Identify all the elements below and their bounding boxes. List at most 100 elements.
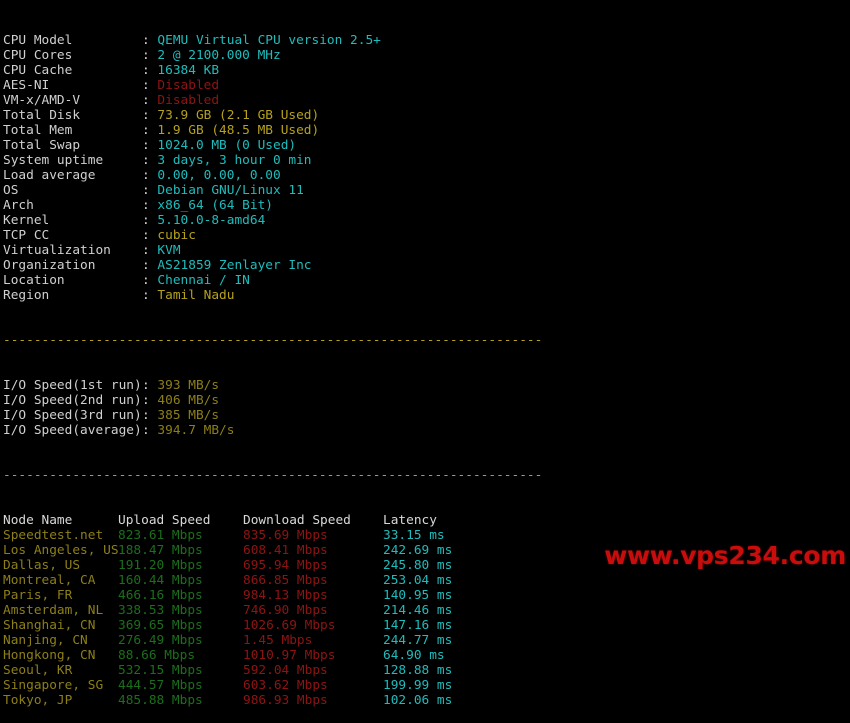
speedtest-header-row: Node NameUpload SpeedDownload SpeedLaten… <box>3 513 850 528</box>
speedtest-download-speed: 695.94 Mbps <box>243 558 383 573</box>
speedtest-node-name: Seoul, KR <box>3 663 118 678</box>
speedtest-latency: 128.88 ms <box>383 663 452 678</box>
speedtest-row: Amsterdam, NL338.53 Mbps746.90 Mbps214.4… <box>3 603 850 618</box>
sysinfo-row: AES-NI: Disabled <box>3 78 850 93</box>
sysinfo-row: OS: Debian GNU/Linux 11 <box>3 183 850 198</box>
sysinfo-row: TCP CC: cubic <box>3 228 850 243</box>
sysinfo-label: Location <box>3 273 142 288</box>
io-speed-colon: : <box>142 423 157 438</box>
sysinfo-colon: : <box>142 183 157 198</box>
speedtest-upload-speed: 823.61 Mbps <box>118 528 243 543</box>
sysinfo-label: CPU Model <box>3 33 142 48</box>
sysinfo-row: Organization: AS21859 Zenlayer Inc <box>3 258 850 273</box>
sysinfo-label: Total Mem <box>3 123 142 138</box>
sysinfo-label: Arch <box>3 198 142 213</box>
sysinfo-colon: : <box>142 108 157 123</box>
system-info-block: CPU Model: QEMU Virtual CPU version 2.5+… <box>3 33 850 303</box>
sysinfo-colon: : <box>142 63 157 78</box>
sysinfo-value: QEMU Virtual CPU version 2.5+ <box>157 33 380 48</box>
speedtest-row: Shanghai, CN369.65 Mbps1026.69 Mbps147.1… <box>3 618 850 633</box>
sysinfo-row: Total Disk: 73.9 GB (2.1 GB Used) <box>3 108 850 123</box>
sysinfo-row: CPU Cores: 2 @ 2100.000 MHz <box>3 48 850 63</box>
sysinfo-label: AES-NI <box>3 78 142 93</box>
speedtest-upload-speed: 191.20 Mbps <box>118 558 243 573</box>
io-speed-row: I/O Speed(1st run): 393 MB/s <box>3 378 850 393</box>
speedtest-row: Singapore, SG444.57 Mbps603.62 Mbps199.9… <box>3 678 850 693</box>
speedtest-node-name: Singapore, SG <box>3 678 118 693</box>
sysinfo-row: Virtualization: KVM <box>3 243 850 258</box>
io-speed-label: I/O Speed(2nd run) <box>3 393 142 408</box>
speedtest-download-speed: 608.41 Mbps <box>243 543 383 558</box>
speedtest-row: Nanjing, CN276.49 Mbps1.45 Mbps244.77 ms <box>3 633 850 648</box>
speedtest-download-speed: 1026.69 Mbps <box>243 618 383 633</box>
speedtest-node-name: Los Angeles, US <box>3 543 118 558</box>
sysinfo-value: KVM <box>157 243 180 258</box>
speedtest-node-name: Nanjing, CN <box>3 633 118 648</box>
speedtest-upload-speed: 444.57 Mbps <box>118 678 243 693</box>
speedtest-latency: 253.04 ms <box>383 573 452 588</box>
speedtest-header-upload: Upload Speed <box>118 513 243 528</box>
sysinfo-label: Organization <box>3 258 142 273</box>
sysinfo-label: System uptime <box>3 153 142 168</box>
sysinfo-colon: : <box>142 93 157 108</box>
sysinfo-label: Region <box>3 288 142 303</box>
speedtest-latency: 140.95 ms <box>383 588 452 603</box>
sysinfo-row: Load average: 0.00, 0.00, 0.00 <box>3 168 850 183</box>
speedtest-download-speed: 835.69 Mbps <box>243 528 383 543</box>
sysinfo-colon: : <box>142 228 157 243</box>
sysinfo-colon: : <box>142 258 157 273</box>
speedtest-download-speed: 986.93 Mbps <box>243 693 383 708</box>
speedtest-row: Tokyo, JP485.88 Mbps986.93 Mbps102.06 ms <box>3 693 850 708</box>
sysinfo-colon: : <box>142 213 157 228</box>
io-speed-colon: : <box>142 378 157 393</box>
sysinfo-colon: : <box>142 168 157 183</box>
sysinfo-value: Disabled <box>157 93 219 108</box>
sysinfo-colon: : <box>142 138 157 153</box>
speedtest-node-name: Hongkong, CN <box>3 648 118 663</box>
io-speed-value: 385 MB/s <box>157 408 219 423</box>
speedtest-upload-speed: 466.16 Mbps <box>118 588 243 603</box>
io-speed-colon: : <box>142 408 157 423</box>
io-speed-value: 394.7 MB/s <box>157 423 234 438</box>
sysinfo-value: 1024.0 MB (0 Used) <box>157 138 296 153</box>
io-speed-label: I/O Speed(3rd run) <box>3 408 142 423</box>
speedtest-download-speed: 1.45 Mbps <box>243 633 383 648</box>
speedtest-download-speed: 592.04 Mbps <box>243 663 383 678</box>
speedtest-node-name: Tokyo, JP <box>3 693 118 708</box>
separator-line-1: ----------------------------------------… <box>3 333 850 348</box>
sysinfo-label: TCP CC <box>3 228 142 243</box>
io-speed-label: I/O Speed(average) <box>3 423 142 438</box>
speedtest-header-download: Download Speed <box>243 513 383 528</box>
terminal-output: CPU Model: QEMU Virtual CPU version 2.5+… <box>0 0 850 723</box>
speedtest-upload-speed: 485.88 Mbps <box>118 693 243 708</box>
io-speed-label: I/O Speed(1st run) <box>3 378 142 393</box>
sysinfo-row: Total Mem: 1.9 GB (48.5 MB Used) <box>3 123 850 138</box>
speedtest-latency: 199.99 ms <box>383 678 452 693</box>
sysinfo-label: Kernel <box>3 213 142 228</box>
speedtest-upload-speed: 160.44 Mbps <box>118 573 243 588</box>
speedtest-upload-speed: 276.49 Mbps <box>118 633 243 648</box>
io-speed-block: I/O Speed(1st run): 393 MB/sI/O Speed(2n… <box>3 378 850 438</box>
sysinfo-row: CPU Model: QEMU Virtual CPU version 2.5+ <box>3 33 850 48</box>
sysinfo-colon: : <box>142 243 157 258</box>
speedtest-row: Hongkong, CN88.66 Mbps1010.97 Mbps64.90 … <box>3 648 850 663</box>
sysinfo-value: x86_64 (64 Bit) <box>157 198 273 213</box>
speedtest-latency: 244.77 ms <box>383 633 452 648</box>
sysinfo-label: Virtualization <box>3 243 142 258</box>
sysinfo-value: 2 @ 2100.000 MHz <box>157 48 280 63</box>
sysinfo-label: OS <box>3 183 142 198</box>
sysinfo-value: 5.10.0-8-amd64 <box>157 213 265 228</box>
sysinfo-row: Region: Tamil Nadu <box>3 288 850 303</box>
speedtest-upload-speed: 532.15 Mbps <box>118 663 243 678</box>
speedtest-node-name: Dallas, US <box>3 558 118 573</box>
speedtest-node-name: Amsterdam, NL <box>3 603 118 618</box>
speedtest-row: Seoul, KR532.15 Mbps592.04 Mbps128.88 ms <box>3 663 850 678</box>
speedtest-latency: 64.90 ms <box>383 648 445 663</box>
sysinfo-colon: : <box>142 288 157 303</box>
sysinfo-value: Tamil Nadu <box>157 288 234 303</box>
speedtest-header-latency: Latency <box>383 513 437 528</box>
sysinfo-colon: : <box>142 48 157 63</box>
speedtest-node-name: Shanghai, CN <box>3 618 118 633</box>
sysinfo-colon: : <box>142 153 157 168</box>
sysinfo-row: Total Swap: 1024.0 MB (0 Used) <box>3 138 850 153</box>
